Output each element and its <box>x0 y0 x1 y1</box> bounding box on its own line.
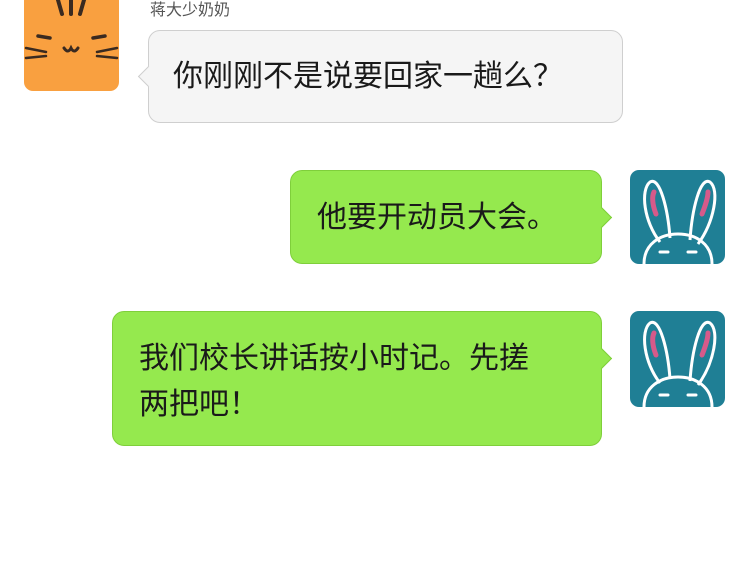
outgoing-message-bubble[interactable]: 我们校长讲话按小时记。先搓 两把吧！ <box>112 311 613 446</box>
message-text: 我们校长讲话按小时记。先搓 两把吧！ <box>139 341 529 422</box>
sender-name: 蒋大少奶奶 <box>150 0 231 19</box>
message-text: 你刚刚不是说要回家一趟么？ <box>173 59 563 94</box>
incoming-message-bubble[interactable]: 你刚刚不是说要回家一趟么？ <box>137 30 623 123</box>
bubble-tail <box>137 65 160 88</box>
outgoing-message-bubble[interactable]: 他要开动员大会。 <box>290 170 613 264</box>
rabbit-avatar-icon[interactable] <box>630 170 725 264</box>
cat-avatar-icon[interactable] <box>24 0 119 91</box>
rabbit-avatar-icon[interactable] <box>630 311 725 407</box>
message-text: 他要开动员大会。 <box>317 200 557 235</box>
